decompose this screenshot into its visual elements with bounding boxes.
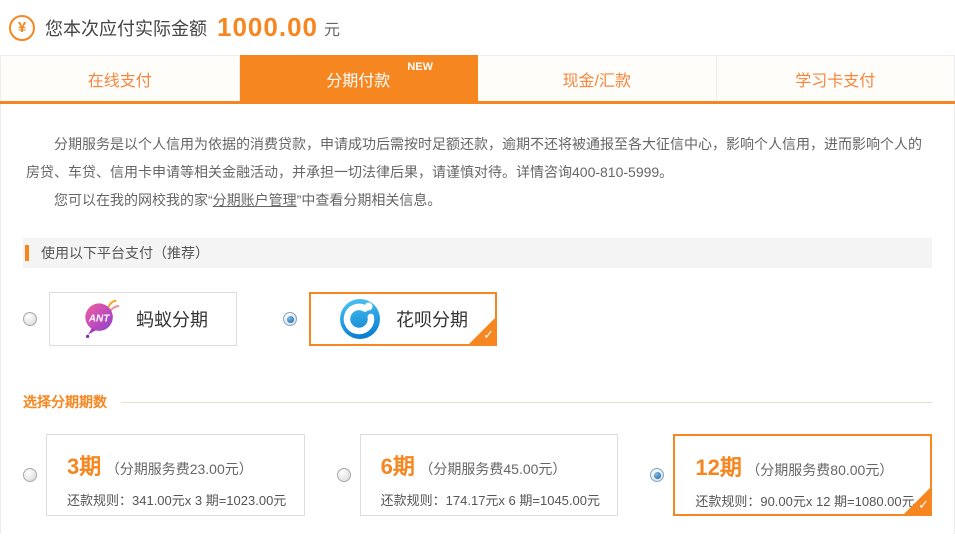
tab-label: 学习卡支付 (795, 72, 876, 90)
tab-label: 在线支付 (87, 72, 152, 90)
installment-section-header: 选择分期期数 (23, 392, 932, 412)
repayment-rule: 还款规则：90.00元x 12 期=1080.00元 (695, 494, 915, 509)
notice-suffix: ”中查看分期相关信息。 (296, 192, 442, 208)
installment-account-link[interactable]: 分期账户管理 (213, 192, 297, 208)
section-divider-line (121, 401, 932, 403)
periods-label: 3期 (67, 454, 102, 479)
fee-note: （分期服务费45.00元） (419, 461, 567, 477)
platform-options: ANT 蚂蚁分期 花呗分期 ✓ (23, 292, 954, 346)
huabei-installment-radio[interactable] (283, 312, 297, 326)
platform-option-ant: ANT 蚂蚁分期 (23, 292, 237, 346)
installment-service-notice: 分期服务是以个人信用为依据的消费贷款，申请成功后需按时足额还款，逾期不还将被通报… (1, 104, 954, 186)
account-management-notice: 您可以在我的网校我的家“分期账户管理”中查看分期相关信息。 (1, 186, 954, 214)
installment-6-box[interactable]: 6期 （分期服务费45.00元） 还款规则：174.17元x 6 期=1045.… (359, 434, 619, 516)
periods-label: 6期 (380, 454, 415, 479)
selected-corner-check-icon: ✓ (904, 488, 931, 514)
selected-corner-check-icon: ✓ (469, 318, 495, 344)
installment-headline: 3期 （分期服务费23.00元） (67, 449, 304, 481)
fee-note: （分期服务费23.00元） (105, 461, 253, 477)
new-badge: NEW (407, 61, 433, 73)
installment-options: 3期 （分期服务费23.00元） 还款规则：341.00元x 3 期=1023.… (23, 434, 933, 516)
platform-name: 蚂蚁分期 (136, 310, 208, 330)
periods-label: 12期 (695, 455, 742, 480)
platform-name: 花呗分期 (396, 310, 468, 330)
yen-icon: ¥ (9, 14, 35, 41)
repayment-rule: 还款规则：341.00元x 3 期=1023.00元 (67, 493, 287, 508)
huabei-logo-icon (340, 299, 380, 339)
installment-3-radio[interactable] (23, 468, 37, 482)
installment-section-title: 选择分期期数 (23, 394, 107, 410)
repayment-rule: 还款规则：174.17元x 6 期=1045.00元 (380, 493, 600, 508)
installment-option-6: 6期 （分期服务费45.00元） 还款规则：174.17元x 6 期=1045.… (336, 434, 619, 516)
huabei-installment-option[interactable]: 花呗分期 ✓ (309, 292, 497, 346)
tab-online-payment[interactable]: 在线支付 (0, 55, 240, 101)
installment-tab-panel: 分期服务是以个人信用为依据的消费贷款，申请成功后需按时足额还款，逾期不还将被通报… (0, 104, 955, 534)
payment-method-tabs: 在线支付 分期付款 NEW 现金/汇款 学习卡支付 (0, 55, 955, 104)
installment-option-12: 12期 （分期服务费80.00元） 还款规则：90.00元x 12 期=1080… (650, 434, 933, 516)
tab-installment-payment[interactable]: 分期付款 NEW (239, 55, 478, 101)
installment-6-radio[interactable] (336, 468, 351, 482)
installment-headline: 6期 （分期服务费45.00元） (381, 449, 618, 481)
installment-headline: 12期 （分期服务费80.00元） (695, 450, 930, 482)
installment-3-box[interactable]: 3期 （分期服务费23.00元） 还款规则：341.00元x 3 期=1023.… (46, 434, 305, 516)
installment-option-3: 3期 （分期服务费23.00元） 还款规则：341.00元x 3 期=1023.… (23, 434, 305, 516)
tab-study-card-payment[interactable]: 学习卡支付 (716, 55, 955, 101)
platform-section-header: 使用以下平台支付（推荐） (23, 238, 932, 268)
tab-label: 现金/汇款 (562, 72, 631, 90)
amount-value: 1000.00 (217, 12, 318, 42)
ant-installment-option[interactable]: ANT 蚂蚁分期 (49, 292, 237, 346)
amount-label: 您本次应付实际金额 (45, 18, 207, 39)
amount-header: ¥ 您本次应付实际金额 1000.00 元 (0, 0, 955, 55)
section-marker-bar (25, 245, 29, 261)
platform-section-title: 使用以下平台支付（推荐） (41, 245, 209, 261)
fee-note: （分期服务费80.00元） (746, 462, 894, 478)
notice-prefix: 您可以在我的网校我的家“ (54, 192, 213, 208)
platform-option-huabei: 花呗分期 ✓ (283, 292, 497, 346)
installment-12-box[interactable]: 12期 （分期服务费80.00元） 还款规则：90.00元x 12 期=1080… (673, 434, 933, 516)
ant-installment-radio[interactable] (23, 312, 37, 326)
tab-label: 分期付款 (326, 72, 391, 90)
installment-12-radio[interactable] (650, 468, 665, 482)
tab-cash-remittance[interactable]: 现金/汇款 (478, 55, 717, 101)
notice-text: 分期服务是以个人信用为依据的消费贷款，申请成功后需按时足额还款，逾期不还将被通报… (26, 136, 922, 180)
amount-currency: 元 (323, 21, 340, 39)
svg-text:ANT: ANT (88, 313, 111, 324)
ant-logo-icon: ANT (85, 299, 120, 339)
